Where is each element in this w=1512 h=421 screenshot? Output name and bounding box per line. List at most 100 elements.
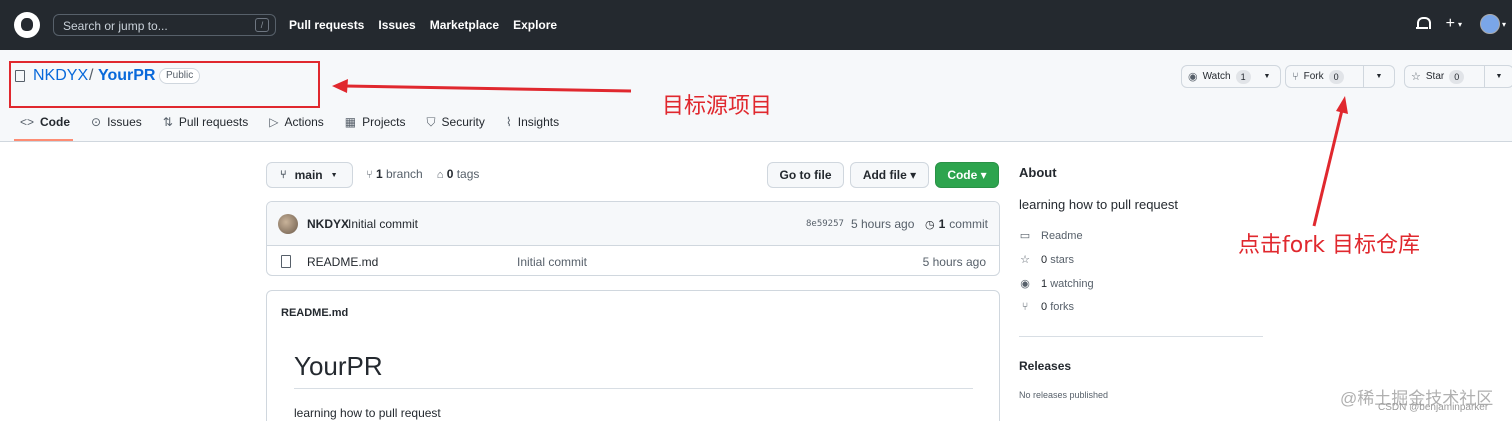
branch-select-button[interactable]: ⑂ main ▼	[266, 162, 353, 188]
table-row: README.md Initial commit 5 hours ago	[267, 246, 999, 275]
star-icon: ☆	[1020, 254, 1030, 266]
watching-label: watching	[1050, 277, 1094, 290]
branches-link[interactable]: ⑂ 1 branch	[366, 167, 423, 181]
commit-count: 1	[938, 217, 946, 231]
forks-label: forks	[1050, 301, 1075, 313]
readme-body: learning how to pull request	[294, 406, 441, 420]
tab-label: Insights	[517, 115, 560, 129]
fork-dropdown-button[interactable]: ▼	[1364, 66, 1394, 87]
watch-count: 1	[1235, 69, 1251, 84]
about-description: learning how to pull request	[1019, 197, 1178, 212]
readme-link[interactable]: ▭ Readme	[1019, 229, 1083, 243]
tab-label: Pull requests	[178, 115, 249, 129]
star-dropdown-button[interactable]: ▼	[1485, 66, 1512, 87]
star-count: 0	[1449, 69, 1465, 84]
active-tab-indicator	[14, 139, 73, 141]
avatar[interactable]	[278, 214, 298, 234]
chevron-down-icon: ▾	[1457, 19, 1462, 29]
watch-dropdown-button[interactable]: ▼	[1254, 66, 1280, 87]
forks-link[interactable]: ⑂ 0 forks	[1019, 301, 1074, 313]
watching-link[interactable]: ◉ 1 watching	[1019, 277, 1094, 291]
divider	[294, 388, 973, 389]
fork-button-group: ⑂ Fork 0 ▼	[1285, 65, 1395, 88]
table-icon: ▦	[344, 115, 357, 129]
go-to-file-button[interactable]: Go to file	[767, 162, 844, 188]
notifications-bell-icon[interactable]	[1415, 17, 1431, 31]
file-time: 5 hours ago	[922, 255, 986, 269]
branch-name: main	[294, 168, 323, 182]
nav-pull-requests[interactable]: Pull requests	[289, 18, 364, 32]
stars-link[interactable]: ☆ 0 stars	[1019, 253, 1074, 267]
nav-marketplace[interactable]: Marketplace	[430, 18, 499, 32]
book-icon: ▭	[1019, 230, 1031, 242]
fork-button[interactable]: ⑂ Fork 0	[1286, 66, 1364, 87]
tab-security[interactable]: ⛉ Security	[421, 114, 492, 130]
tag-count: 0	[446, 167, 454, 181]
create-new-menu[interactable]: + ▾	[1446, 16, 1462, 32]
fork-icon: ⑂	[1021, 301, 1029, 313]
search-input[interactable]: Search or jump to... /	[53, 14, 276, 36]
add-file-button[interactable]: Add file ▾	[850, 162, 929, 188]
user-menu[interactable]: ▾	[1479, 14, 1506, 34]
commit-message-link[interactable]: Initial commit	[348, 217, 418, 231]
commit-history-link[interactable]: ◷ 1 commit	[925, 217, 988, 231]
shield-icon: ⛉	[426, 114, 436, 129]
code-button[interactable]: Code ▾	[935, 162, 999, 188]
star-label: Star	[1425, 71, 1445, 82]
annotation-click-fork: 点击fork 目标仓库	[1238, 233, 1420, 258]
file-name-link[interactable]: README.md	[307, 255, 378, 269]
tab-projects[interactable]: ▦ Projects	[339, 114, 413, 130]
branch-icon: ⑂	[366, 169, 373, 181]
header-actions: + ▾ ▾	[1415, 14, 1512, 34]
star-button-group: ☆ Star 0 ▼	[1404, 65, 1512, 88]
file-browser: NKDYX Initial commit 8e59257 5 hours ago…	[266, 201, 1000, 276]
releases-empty-text: No releases published	[1019, 390, 1109, 400]
commit-time: 5 hours ago	[851, 217, 915, 231]
plus-icon: +	[1445, 15, 1455, 32]
annotation-source-repo: 目标源项目	[662, 94, 773, 119]
watch-button-group: ◉ Watch 1 ▼	[1181, 65, 1281, 88]
branch-label: branch	[385, 167, 423, 181]
stars-count: 0	[1041, 253, 1048, 266]
branch-count: 1	[375, 167, 383, 181]
annotation-highlight-box	[9, 61, 320, 108]
tags-link[interactable]: ⌂ 0 tags	[437, 167, 480, 181]
nav-issues[interactable]: Issues	[378, 18, 415, 32]
play-icon: ▷	[269, 115, 279, 129]
latest-commit-bar: NKDYX Initial commit 8e59257 5 hours ago…	[267, 202, 999, 246]
watch-button[interactable]: ◉ Watch 1	[1182, 66, 1254, 87]
fork-label: Fork	[1303, 71, 1324, 82]
tab-label: Code	[40, 115, 71, 129]
repo-tabs: <> Code ⊙ Issues ⇅ Pull requests ▷ Actio…	[14, 114, 574, 130]
tag-label: tags	[456, 167, 480, 181]
tag-icon: ⌂	[436, 169, 444, 181]
watch-label: Watch	[1202, 71, 1231, 82]
top-nav: Pull requests Issues Marketplace Explore	[289, 18, 557, 32]
search-placeholder: Search or jump to...	[63, 19, 168, 33]
forks-count: 0	[1041, 301, 1048, 313]
tab-actions[interactable]: ▷ Actions	[263, 114, 331, 130]
releases-title[interactable]: Releases	[1019, 359, 1071, 373]
about-title: About	[1019, 165, 1057, 180]
commit-sha-link[interactable]: 8e59257	[806, 219, 844, 229]
tab-issues[interactable]: ⊙ Issues	[85, 114, 149, 130]
star-button[interactable]: ☆ Star 0	[1405, 66, 1485, 87]
fork-icon: ⑂	[1292, 70, 1299, 83]
avatar	[1479, 14, 1500, 34]
tab-code[interactable]: <> Code	[14, 114, 77, 130]
chevron-down-icon: ▾	[1501, 19, 1506, 29]
tab-label: Security	[441, 115, 485, 129]
top-header: Search or jump to... / Pull requests Iss…	[0, 0, 1512, 50]
tab-pull-requests[interactable]: ⇅ Pull requests	[157, 114, 255, 130]
readme-heading: YourPR	[294, 351, 383, 381]
nav-explore[interactable]: Explore	[513, 18, 557, 32]
github-logo-icon[interactable]	[14, 12, 40, 38]
tab-insights[interactable]: ⌇ Insights	[500, 114, 566, 130]
commit-count-label: commit	[949, 217, 988, 231]
branch-icon: ⑂	[280, 169, 287, 181]
file-icon	[281, 255, 291, 268]
file-commit-message-link[interactable]: Initial commit	[517, 255, 587, 269]
tab-label: Actions	[284, 115, 324, 129]
commit-author-link[interactable]: NKDYX	[307, 217, 349, 231]
code-icon: <>	[20, 115, 35, 129]
